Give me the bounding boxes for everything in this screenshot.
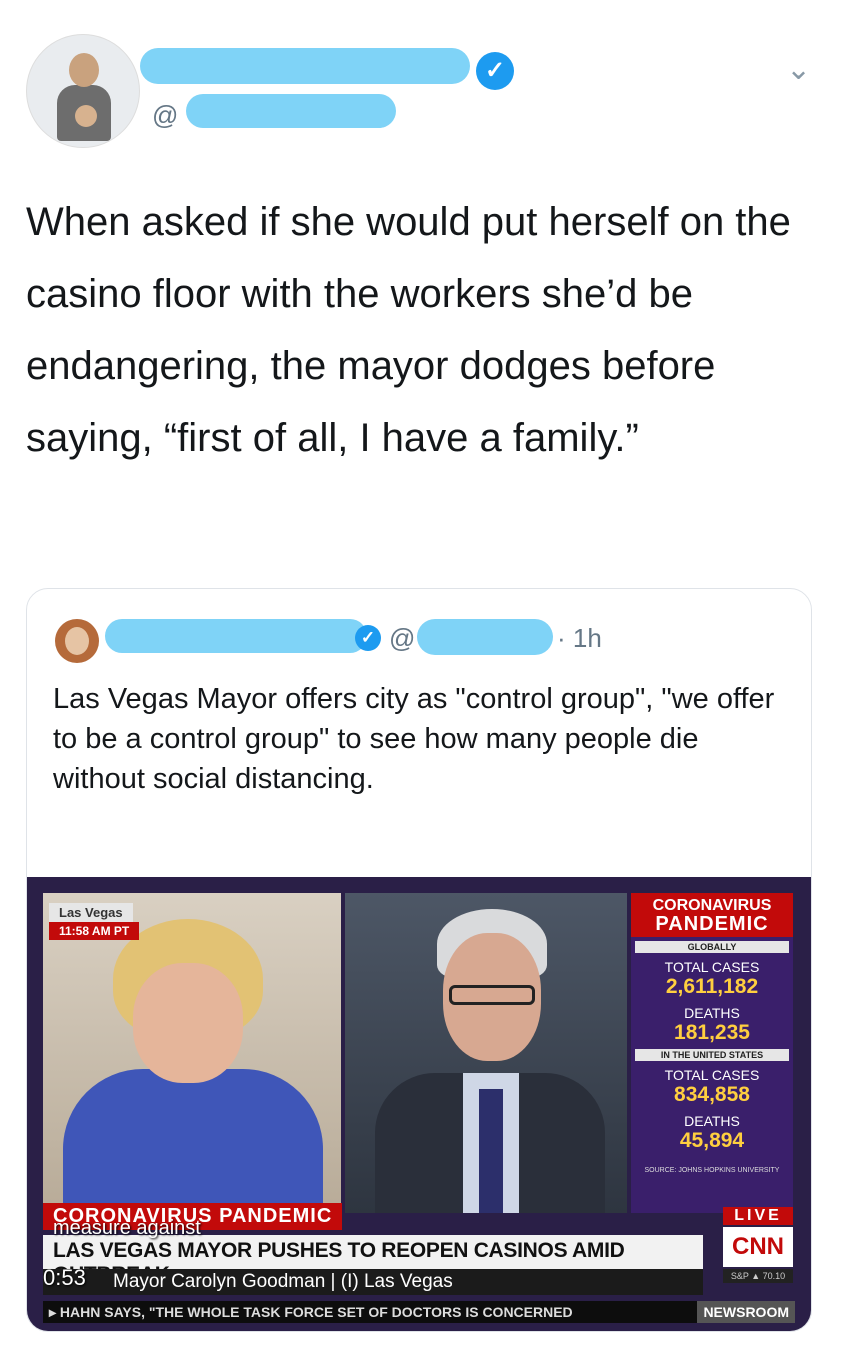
quoted-handle[interactable]: @ bbox=[389, 623, 415, 654]
mayor-figure-face bbox=[133, 963, 243, 1083]
news-ticker: ▸ HAHN SAYS, "THE WHOLE TASK FORCE SET O… bbox=[43, 1301, 795, 1323]
anchor-figure-tie bbox=[479, 1089, 503, 1213]
global-deaths-label: DEATHS bbox=[684, 1005, 740, 1021]
stats-us-label: IN THE UNITED STATES bbox=[635, 1049, 789, 1061]
redacted-quoted-name bbox=[105, 619, 367, 653]
quoted-timestamp[interactable]: · 1h bbox=[557, 623, 602, 654]
global-deaths-value: 181,235 bbox=[674, 1021, 750, 1044]
us-cases-label: TOTAL CASES bbox=[664, 1067, 760, 1083]
cnn-logo: CNN bbox=[723, 1227, 793, 1267]
global-cases-value: 2,611,182 bbox=[665, 975, 759, 998]
chevron-down-icon[interactable]: ⌄ bbox=[786, 52, 811, 87]
lower-third: CORONAVIRUS PANDEMIC LAS VEGAS MAYOR PUS… bbox=[43, 1203, 795, 1315]
redacted-display-name bbox=[140, 48, 470, 84]
video-left-panel bbox=[43, 893, 341, 1213]
pandemic-stats-panel: CORONAVIRUS PANDEMIC GLOBALLY TOTAL CASE… bbox=[631, 893, 793, 1213]
market-ticker: S&P ▲ 70.10 bbox=[723, 1269, 793, 1283]
video-right-panel bbox=[345, 893, 627, 1213]
handle-at-sign: @ bbox=[152, 100, 179, 130]
us-deaths-label: DEATHS bbox=[684, 1113, 740, 1129]
profile-avatar[interactable] bbox=[26, 34, 140, 148]
quoted-tweet-card[interactable]: ✓ @ · 1h Las Vegas Mayor offers city as … bbox=[26, 588, 812, 1332]
stats-globally-label: GLOBALLY bbox=[635, 941, 789, 953]
quoted-tweet-text: Las Vegas Mayor offers city as "control … bbox=[53, 683, 775, 795]
ticker-text: ▸ HAHN SAYS, "THE WHOLE TASK FORCE SET O… bbox=[49, 1304, 573, 1320]
verified-badge-icon: ✓ bbox=[355, 625, 381, 651]
video-player[interactable]: Las Vegas 11:58 AM PT CORONAVIRUS PANDEM… bbox=[27, 877, 811, 1331]
global-cases-label: TOTAL CASES bbox=[664, 959, 760, 975]
guest-name-bar: Mayor Carolyn Goodman | (I) Las Vegas bbox=[43, 1269, 703, 1295]
user-handle[interactable]: @ bbox=[152, 100, 178, 131]
anchor-figure-glasses bbox=[449, 985, 535, 1005]
avatar-figure-child bbox=[75, 105, 97, 127]
quoted-avatar-face bbox=[65, 627, 89, 655]
quoted-handle-at-sign: @ bbox=[389, 623, 416, 653]
avatar-figure-head bbox=[69, 53, 99, 87]
stats-source: SOURCE: JOHNS HOPKINS UNIVERSITY bbox=[644, 1167, 780, 1174]
redacted-quoted-handle bbox=[417, 619, 553, 655]
video-timer: 0:53 bbox=[43, 1265, 86, 1290]
quoted-avatar[interactable] bbox=[55, 619, 99, 663]
show-name: NEWSROOM bbox=[697, 1301, 795, 1323]
us-deaths-value: 45,894 bbox=[679, 1129, 745, 1152]
stats-header: CORONAVIRUS PANDEMIC bbox=[631, 893, 793, 937]
closed-caption: measure against bbox=[53, 1217, 201, 1239]
tweet-text: When asked if she would put herself on t… bbox=[26, 200, 791, 460]
stats-title-line2: PANDEMIC bbox=[655, 913, 769, 935]
us-cases-value: 834,858 bbox=[674, 1083, 750, 1106]
live-badge: LIVE bbox=[723, 1207, 793, 1225]
verified-badge-icon: ✓ bbox=[476, 52, 514, 90]
location-label: Las Vegas bbox=[49, 903, 133, 922]
redacted-handle bbox=[186, 94, 396, 128]
mayor-figure-suit bbox=[63, 1069, 323, 1213]
local-time-label: 11:58 AM PT bbox=[49, 922, 140, 940]
